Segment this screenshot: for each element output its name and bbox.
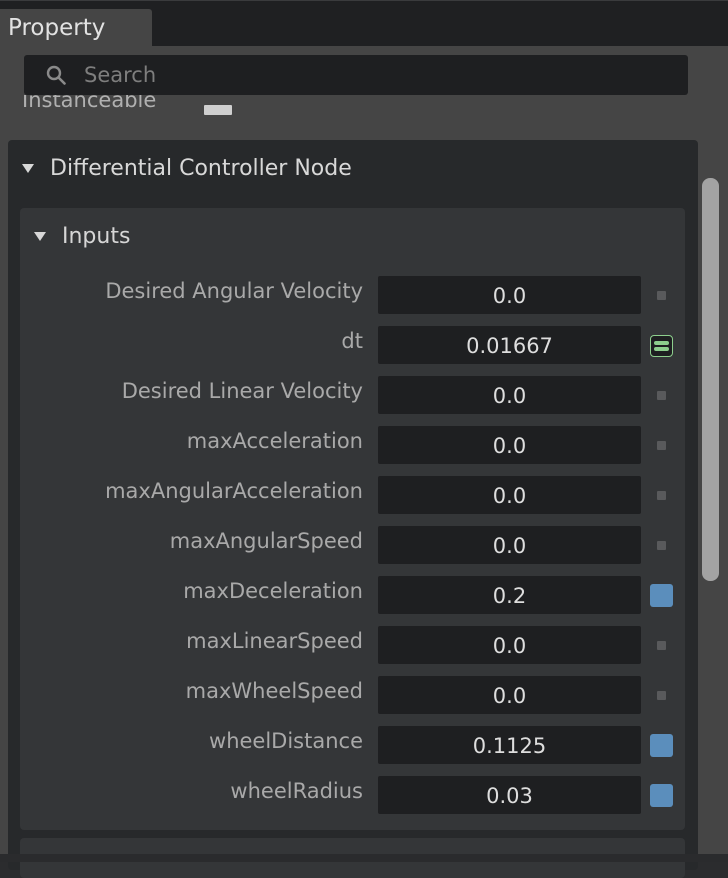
instanceable-label: Instanceable — [22, 95, 157, 112]
property-value-field[interactable]: 0.03 — [378, 776, 641, 814]
property-row: maxAngularSpeed 0.0 — [20, 526, 685, 566]
property-value-field[interactable]: 0.2 — [378, 576, 641, 614]
property-row: maxAngularAcceleration 0.0 — [20, 476, 685, 516]
property-label: Desired Angular Velocity — [105, 279, 363, 303]
default-value-indicator-icon[interactable] — [650, 734, 673, 757]
property-row: maxAcceleration 0.0 — [20, 426, 685, 466]
panel-tab-bar: Property — [0, 0, 728, 47]
differential-controller-section: Differential Controller Node Inputs Desi… — [8, 140, 698, 878]
property-value-field[interactable]: 0.1125 — [378, 726, 641, 764]
inputs-group-title[interactable]: Inputs — [62, 224, 130, 249]
default-value-indicator-icon[interactable] — [657, 691, 666, 700]
search-input[interactable] — [84, 59, 664, 91]
property-value-field[interactable]: 0.01667 — [378, 326, 641, 364]
tab-property[interactable]: Property — [0, 9, 152, 47]
property-value-field[interactable]: 0.0 — [378, 476, 641, 514]
instanceable-row: Instanceable — [0, 95, 700, 119]
default-value-indicator-icon[interactable] — [657, 541, 666, 550]
property-label: wheelDistance — [209, 729, 363, 753]
property-label: maxLinearSpeed — [186, 629, 363, 653]
instanceable-checkbox[interactable] — [204, 105, 232, 115]
connection-indicator-icon[interactable] — [650, 335, 673, 357]
default-value-indicator-icon[interactable] — [657, 491, 666, 500]
property-value-field[interactable]: 0.0 — [378, 276, 641, 314]
search-icon — [46, 65, 66, 85]
property-value-field[interactable]: 0.0 — [378, 426, 641, 464]
property-label: dt — [341, 329, 363, 353]
default-value-indicator-icon[interactable] — [657, 291, 666, 300]
section-title[interactable]: Differential Controller Node — [50, 156, 352, 181]
tab-property-label: Property — [8, 15, 106, 41]
default-value-indicator-icon[interactable] — [657, 441, 666, 450]
property-row: maxDeceleration 0.2 — [20, 576, 685, 616]
property-value-field[interactable]: 0.0 — [378, 526, 641, 564]
property-value-field[interactable]: 0.0 — [378, 376, 641, 414]
inputs-group: Inputs Desired Angular Velocity 0.0 dt 0.01… — [20, 208, 685, 830]
default-value-indicator-icon[interactable] — [657, 391, 666, 400]
property-row: maxLinearSpeed 0.0 — [20, 626, 685, 666]
property-label: maxDeceleration — [183, 579, 363, 603]
property-row: wheelDistance 0.1125 — [20, 726, 685, 766]
collapse-triangle-icon[interactable] — [22, 164, 34, 173]
property-label: Desired Linear Velocity — [121, 379, 363, 403]
default-value-indicator-icon[interactable] — [650, 584, 673, 607]
panel-bottom-border — [0, 854, 728, 862]
property-row: dt 0.01667 — [20, 326, 685, 366]
default-value-indicator-icon[interactable] — [650, 784, 673, 807]
default-value-indicator-icon[interactable] — [657, 641, 666, 650]
scrollbar-thumb[interactable] — [702, 178, 719, 581]
property-value-field[interactable]: 0.0 — [378, 676, 641, 714]
property-row: maxWheelSpeed 0.0 — [20, 676, 685, 716]
property-label: maxAngularAcceleration — [105, 479, 363, 503]
property-label: maxWheelSpeed — [185, 679, 363, 703]
property-label: wheelRadius — [230, 779, 363, 803]
property-label: maxAcceleration — [186, 429, 363, 453]
property-row: Desired Linear Velocity 0.0 — [20, 376, 685, 416]
property-label: maxAngularSpeed — [169, 529, 363, 553]
property-row: Desired Angular Velocity 0.0 — [20, 276, 685, 316]
search-bar[interactable] — [24, 55, 688, 95]
property-value-field[interactable]: 0.0 — [378, 626, 641, 664]
collapse-triangle-icon[interactable] — [34, 232, 46, 241]
property-row: wheelRadius 0.03 — [20, 776, 685, 816]
